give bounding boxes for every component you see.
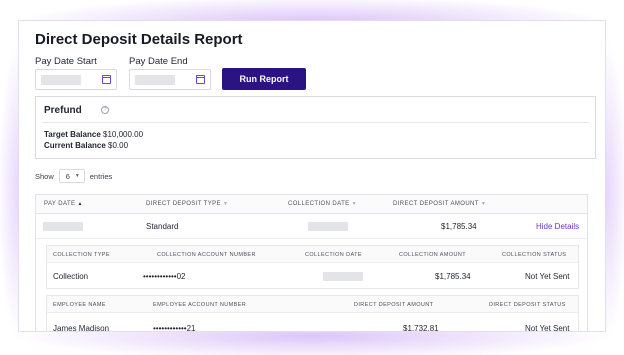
direct-deposit-amount: $1,785.34 [441, 222, 477, 231]
collection-header: COLLECTION TYPE COLLECTION ACCOUNT NUMBE… [47, 246, 578, 263]
column-header-collection-date[interactable]: COLLECTION DATE ▼ [288, 201, 357, 207]
prefund-card: Prefund ? Target Balance $10,000.00 Curr… [35, 96, 596, 159]
prefund-title: Prefund [44, 105, 82, 116]
direct-deposit-type: Standard [146, 222, 179, 231]
pay-date-start-label: Pay Date Start [35, 56, 97, 67]
column-label: COLLECTION DATE [288, 201, 350, 207]
page-title: Direct Deposit Details Report [35, 31, 243, 48]
collection-amount: $1,785.34 [435, 272, 471, 281]
column-header-collection-status: COLLECTION STATUS [502, 252, 567, 258]
target-balance-value: $10,000.00 [103, 130, 144, 139]
calendar-icon[interactable] [196, 75, 205, 84]
entries-suffix: entries [89, 171, 113, 181]
column-header-direct-deposit-status: DIRECT DEPOSIT STATUS [489, 302, 566, 308]
employee-account-number: ••••••••••••21 [153, 324, 196, 332]
collection-status: Not Yet Sent [525, 272, 570, 281]
column-label: PAY DATE [44, 201, 76, 207]
employee-header: EMPLOYEE NAME EMPLOYEE ACCOUNT NUMBER DI… [47, 296, 578, 313]
employee-subtable: EMPLOYEE NAME EMPLOYEE ACCOUNT NUMBER DI… [46, 295, 579, 332]
target-balance-label: Target Balance [44, 130, 101, 139]
current-balance: Current Balance $0.00 [44, 141, 128, 150]
column-header-collection-account: COLLECTION ACCOUNT NUMBER [157, 252, 256, 258]
column-header-collection-amount: COLLECTION AMOUNT [399, 252, 467, 258]
table-header: PAY DATE ▲ DIRECT DEPOSIT TYPE ▼ COLLECTIO… [36, 195, 587, 214]
collection-account-number: ••••••••••••02 [143, 272, 186, 281]
employee-name: James Madison [53, 324, 110, 332]
run-report-button[interactable]: Run Report [222, 68, 306, 90]
sort-asc-icon: ▲ [77, 201, 83, 207]
current-balance-label: Current Balance [44, 141, 106, 150]
column-header-direct-deposit-amount: DIRECT DEPOSIT AMOUNT [354, 302, 434, 308]
calendar-icon[interactable] [102, 75, 111, 84]
report-panel: Direct Deposit Details Report Pay Date S… [18, 20, 606, 332]
pay-date-start-input[interactable] [35, 69, 117, 90]
current-balance-value: $0.00 [108, 141, 129, 150]
chevron-down-icon: ▼ [74, 173, 80, 179]
show-label: Show [35, 171, 54, 181]
pay-date-redacted [43, 222, 83, 231]
entries-control: Show 6 ▼ entries [35, 169, 112, 183]
collection-type: Collection [53, 272, 89, 281]
report-table: PAY DATE ▲ DIRECT DEPOSIT TYPE ▼ COLLECTIO… [35, 194, 588, 332]
column-header-direct-deposit-amount[interactable]: DIRECT DEPOSIT AMOUNT ▼ [393, 201, 486, 207]
collection-date-redacted [323, 272, 363, 281]
date-placeholder [41, 75, 81, 85]
table-row[interactable]: Standard $1,785.34 Hide Details [36, 214, 587, 239]
sort-icon: ▼ [480, 201, 487, 207]
hide-details-link[interactable]: Hide Details [536, 222, 579, 231]
sort-icon: ▼ [351, 201, 357, 207]
column-header-pay-date[interactable]: PAY DATE ▲ [44, 201, 83, 207]
collection-subtable: COLLECTION TYPE COLLECTION ACCOUNT NUMBE… [46, 245, 579, 289]
pay-date-end-input[interactable] [129, 69, 211, 90]
column-header-employee-name: EMPLOYEE NAME [53, 302, 106, 308]
date-placeholder [135, 75, 175, 85]
column-label: DIRECT DEPOSIT TYPE [146, 201, 221, 207]
employee-deposit-amount: $1,732.81 [403, 324, 439, 332]
column-header-collection-date: COLLECTION DATE [305, 252, 362, 258]
divider [42, 122, 589, 123]
column-header-employee-account: EMPLOYEE ACCOUNT NUMBER [153, 302, 247, 308]
target-balance: Target Balance $10,000.00 [44, 130, 143, 139]
info-icon[interactable]: ? [101, 106, 109, 114]
collection-date-redacted [308, 222, 348, 231]
column-header-direct-deposit-type[interactable]: DIRECT DEPOSIT TYPE ▼ [146, 201, 228, 207]
entries-value: 6 [65, 171, 70, 181]
employee-deposit-status: Not Yet Sent [525, 324, 570, 332]
column-label: DIRECT DEPOSIT AMOUNT [393, 201, 479, 207]
sort-icon: ▼ [222, 201, 229, 207]
column-header-collection-type: COLLECTION TYPE [53, 252, 110, 258]
pay-date-end-label: Pay Date End [129, 56, 188, 67]
entries-select[interactable]: 6 ▼ [58, 169, 85, 183]
